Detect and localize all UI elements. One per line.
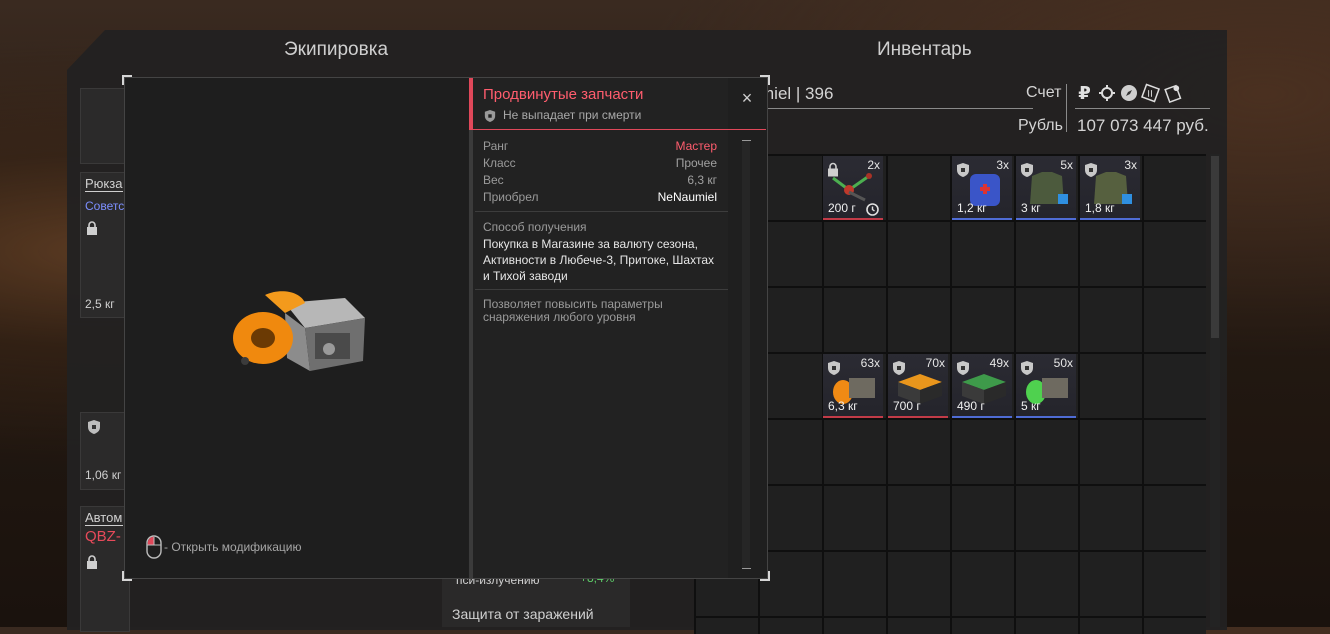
inventory-item-vest[interactable]: 5x 3 кг <box>1016 156 1076 220</box>
inventory-item-orange-box[interactable]: 70x 700 г <box>888 354 948 418</box>
acquisition-label: Способ получения <box>483 220 587 234</box>
tooltip-scroll-top <box>742 140 751 141</box>
corner-bracket <box>760 571 770 581</box>
item-count: 70x <box>925 356 945 370</box>
close-button[interactable]: × <box>737 88 757 108</box>
weapon-name: QBZ- <box>85 528 121 545</box>
gear-coin-icon[interactable] <box>1097 82 1116 104</box>
stat-owner-value: NeNaumiel <box>657 190 717 204</box>
currency-icons: ₽ <box>1075 82 1182 104</box>
lock-icon <box>87 221 97 235</box>
ruble-icon[interactable]: ₽ <box>1075 82 1094 104</box>
rarity-bar <box>823 218 883 220</box>
acquisition-text: Покупка в Магазине за валюту сезона, Акт… <box>483 237 714 283</box>
stat-owner-label: Приобрел <box>483 190 539 204</box>
item-count: 50x <box>1053 356 1073 370</box>
stat-class-label: Класс <box>483 156 516 170</box>
advanced-parts-image <box>233 291 365 371</box>
inventory-item-green-box[interactable]: 49x 490 г <box>952 354 1012 418</box>
item-tooltip: Продвинутые запчасти Не выпадает при сме… <box>124 77 768 579</box>
rarity-bar <box>1016 416 1076 418</box>
inventory-item-advanced-parts[interactable]: 63x 6,3 кг <box>823 354 883 418</box>
stat-rank-value: Мастер <box>675 139 717 153</box>
item-weight: 200 г <box>828 201 856 215</box>
tooltip-header-line <box>473 129 766 130</box>
account-label: Счет <box>1026 84 1062 101</box>
inventory-item-medkit[interactable]: 3x 1,2 кг <box>952 156 1012 220</box>
mouse-icon <box>146 535 162 559</box>
sensor-item-icon <box>832 173 872 202</box>
item-weight: 700 г <box>893 399 921 413</box>
rarity-bar <box>952 218 1012 220</box>
header-separator <box>1066 84 1067 132</box>
item-subtitle: Не выпадает при смерти <box>503 108 642 122</box>
shield-icon <box>88 420 100 434</box>
backpack-label: Рюкза <box>85 176 123 192</box>
item-count: 63x <box>860 356 880 370</box>
mouse-hint: - Открыть модификацию <box>146 535 302 559</box>
player-name: miel | 396 <box>760 84 834 103</box>
backpack-weight: 2,5 кг <box>85 297 115 311</box>
rarity-bar <box>1016 218 1076 220</box>
tooltip-panel <box>473 78 728 578</box>
item-count: 3x <box>996 158 1009 172</box>
stat-rank-label: Ранг <box>483 139 509 153</box>
inventory-scroll-thumb[interactable] <box>1211 156 1219 338</box>
tooltip-scroll-bottom <box>742 568 751 569</box>
tooltip-divider <box>475 289 728 290</box>
item-weight: 1,2 кг <box>957 201 987 215</box>
item-title: Продвинутые запчасти <box>483 86 644 103</box>
rarity-bar <box>1080 218 1140 220</box>
item-count: 3x <box>1124 158 1137 172</box>
inventory-title: Инвентарь <box>877 39 972 60</box>
currency-label: Рубль <box>1018 117 1063 134</box>
armor-weight: 1,06 кг <box>85 468 122 482</box>
inventory-item-sensor[interactable]: 2x 200 г <box>823 156 883 220</box>
item-weight: 3 кг <box>1021 201 1041 215</box>
stat-class-value: Прочее <box>675 156 717 170</box>
weapon-label: Автом <box>85 510 123 526</box>
tooltip-scrollbar[interactable] <box>742 140 750 568</box>
helmet-slot[interactable] <box>80 88 130 164</box>
item-count: 49x <box>989 356 1009 370</box>
item-weight: 5 кг <box>1021 399 1041 413</box>
item-weight: 1,8 кг <box>1085 201 1115 215</box>
item-count: 5x <box>1060 158 1073 172</box>
currency-underline <box>1075 108 1210 109</box>
item-description: Позволяет повысить параметры снаряжения … <box>483 297 663 324</box>
compass-icon[interactable] <box>1119 82 1138 104</box>
corner-bracket <box>122 75 132 85</box>
stat-weight-value: 6,3 кг <box>687 173 717 187</box>
clock-icon <box>866 203 879 216</box>
equipment-title: Экипировка <box>284 39 389 60</box>
item-preview <box>125 78 468 578</box>
rarity-bar <box>888 416 948 418</box>
tooltip-divider <box>475 211 728 212</box>
item-weight: 490 г <box>957 399 985 413</box>
rarity-bar <box>952 416 1012 418</box>
player-underline <box>760 108 1033 109</box>
inventory-item-green-parts[interactable]: 50x 5 кг <box>1016 354 1076 418</box>
item-weight: 6,3 кг <box>828 399 858 413</box>
item-count: 2x <box>867 158 880 172</box>
stat-weight-label: Вес <box>483 173 504 187</box>
balance: 107 073 447 руб. <box>1077 116 1209 135</box>
rarity-bar <box>823 416 883 418</box>
map-icon[interactable] <box>1163 82 1182 104</box>
ticket-icon[interactable] <box>1141 82 1160 104</box>
inventory-item-vest[interactable]: 3x 1,8 кг <box>1080 156 1140 220</box>
mouse-hint-text: - Открыть модификацию <box>164 540 302 554</box>
lock-icon <box>87 555 97 569</box>
inventory-grid[interactable] <box>694 154 1206 634</box>
corner-bracket <box>760 75 770 85</box>
backpack-sub: Советс <box>85 199 125 213</box>
corner-bracket <box>122 571 132 581</box>
shield-icon <box>484 110 496 122</box>
infection-label: Защита от заражений <box>452 606 594 622</box>
